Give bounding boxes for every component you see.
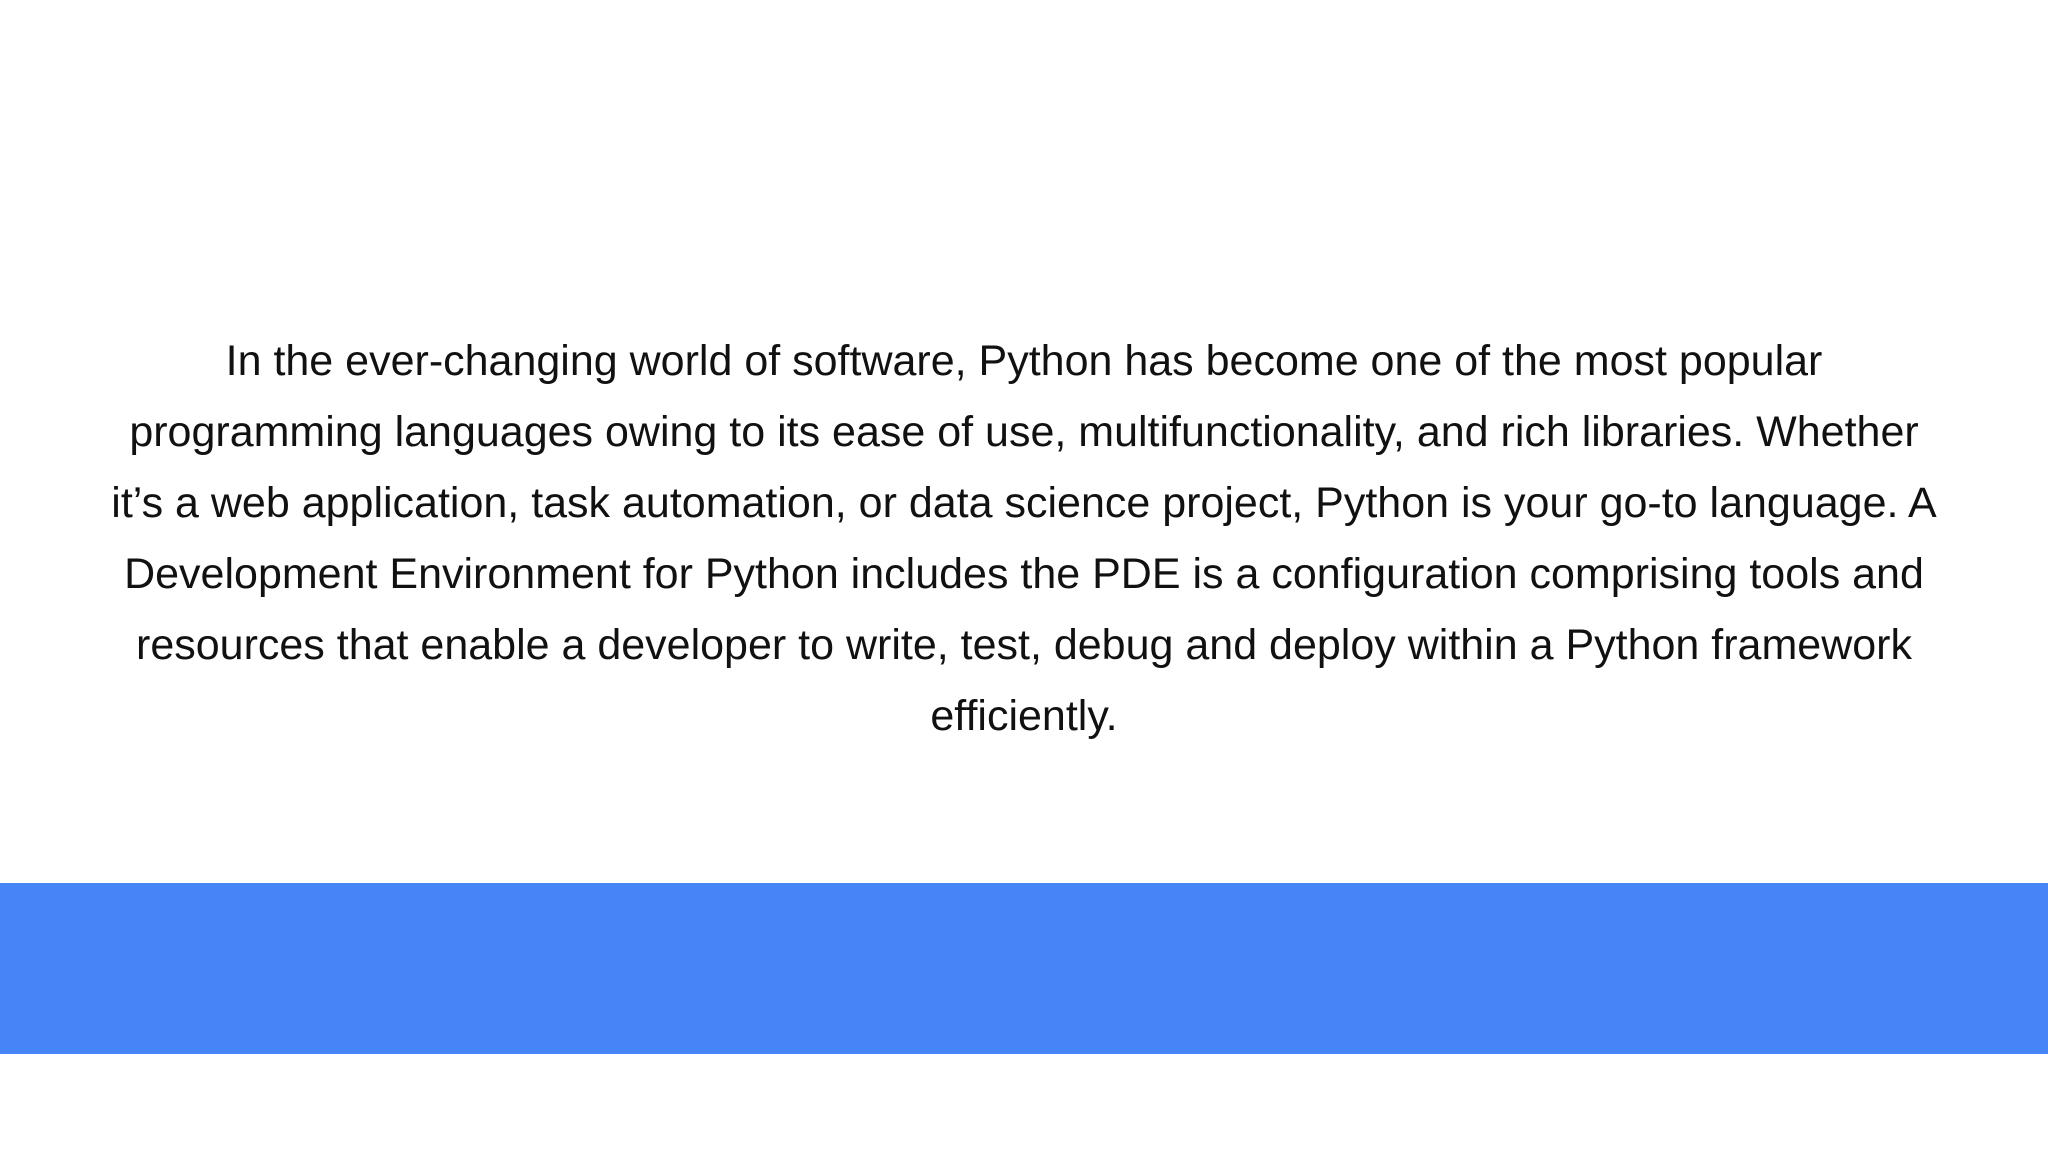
- paragraph-line: In the ever-changing world of software, …: [225, 337, 1823, 385]
- paragraph-line: Development Environment for Python inclu…: [124, 550, 1924, 598]
- body-paragraph: In the ever-changing world of software, …: [0, 326, 2048, 752]
- paragraph-line: programming languages owing to its ease …: [129, 408, 1919, 456]
- paragraph-line: it’s a web application, task automation,…: [111, 479, 1937, 527]
- slide: In the ever-changing world of software, …: [0, 0, 2048, 1152]
- paragraph-line: efficiently.: [930, 692, 1118, 740]
- accent-band: [0, 883, 2048, 1054]
- paragraph-line: resources that enable a developer to wri…: [136, 621, 1912, 669]
